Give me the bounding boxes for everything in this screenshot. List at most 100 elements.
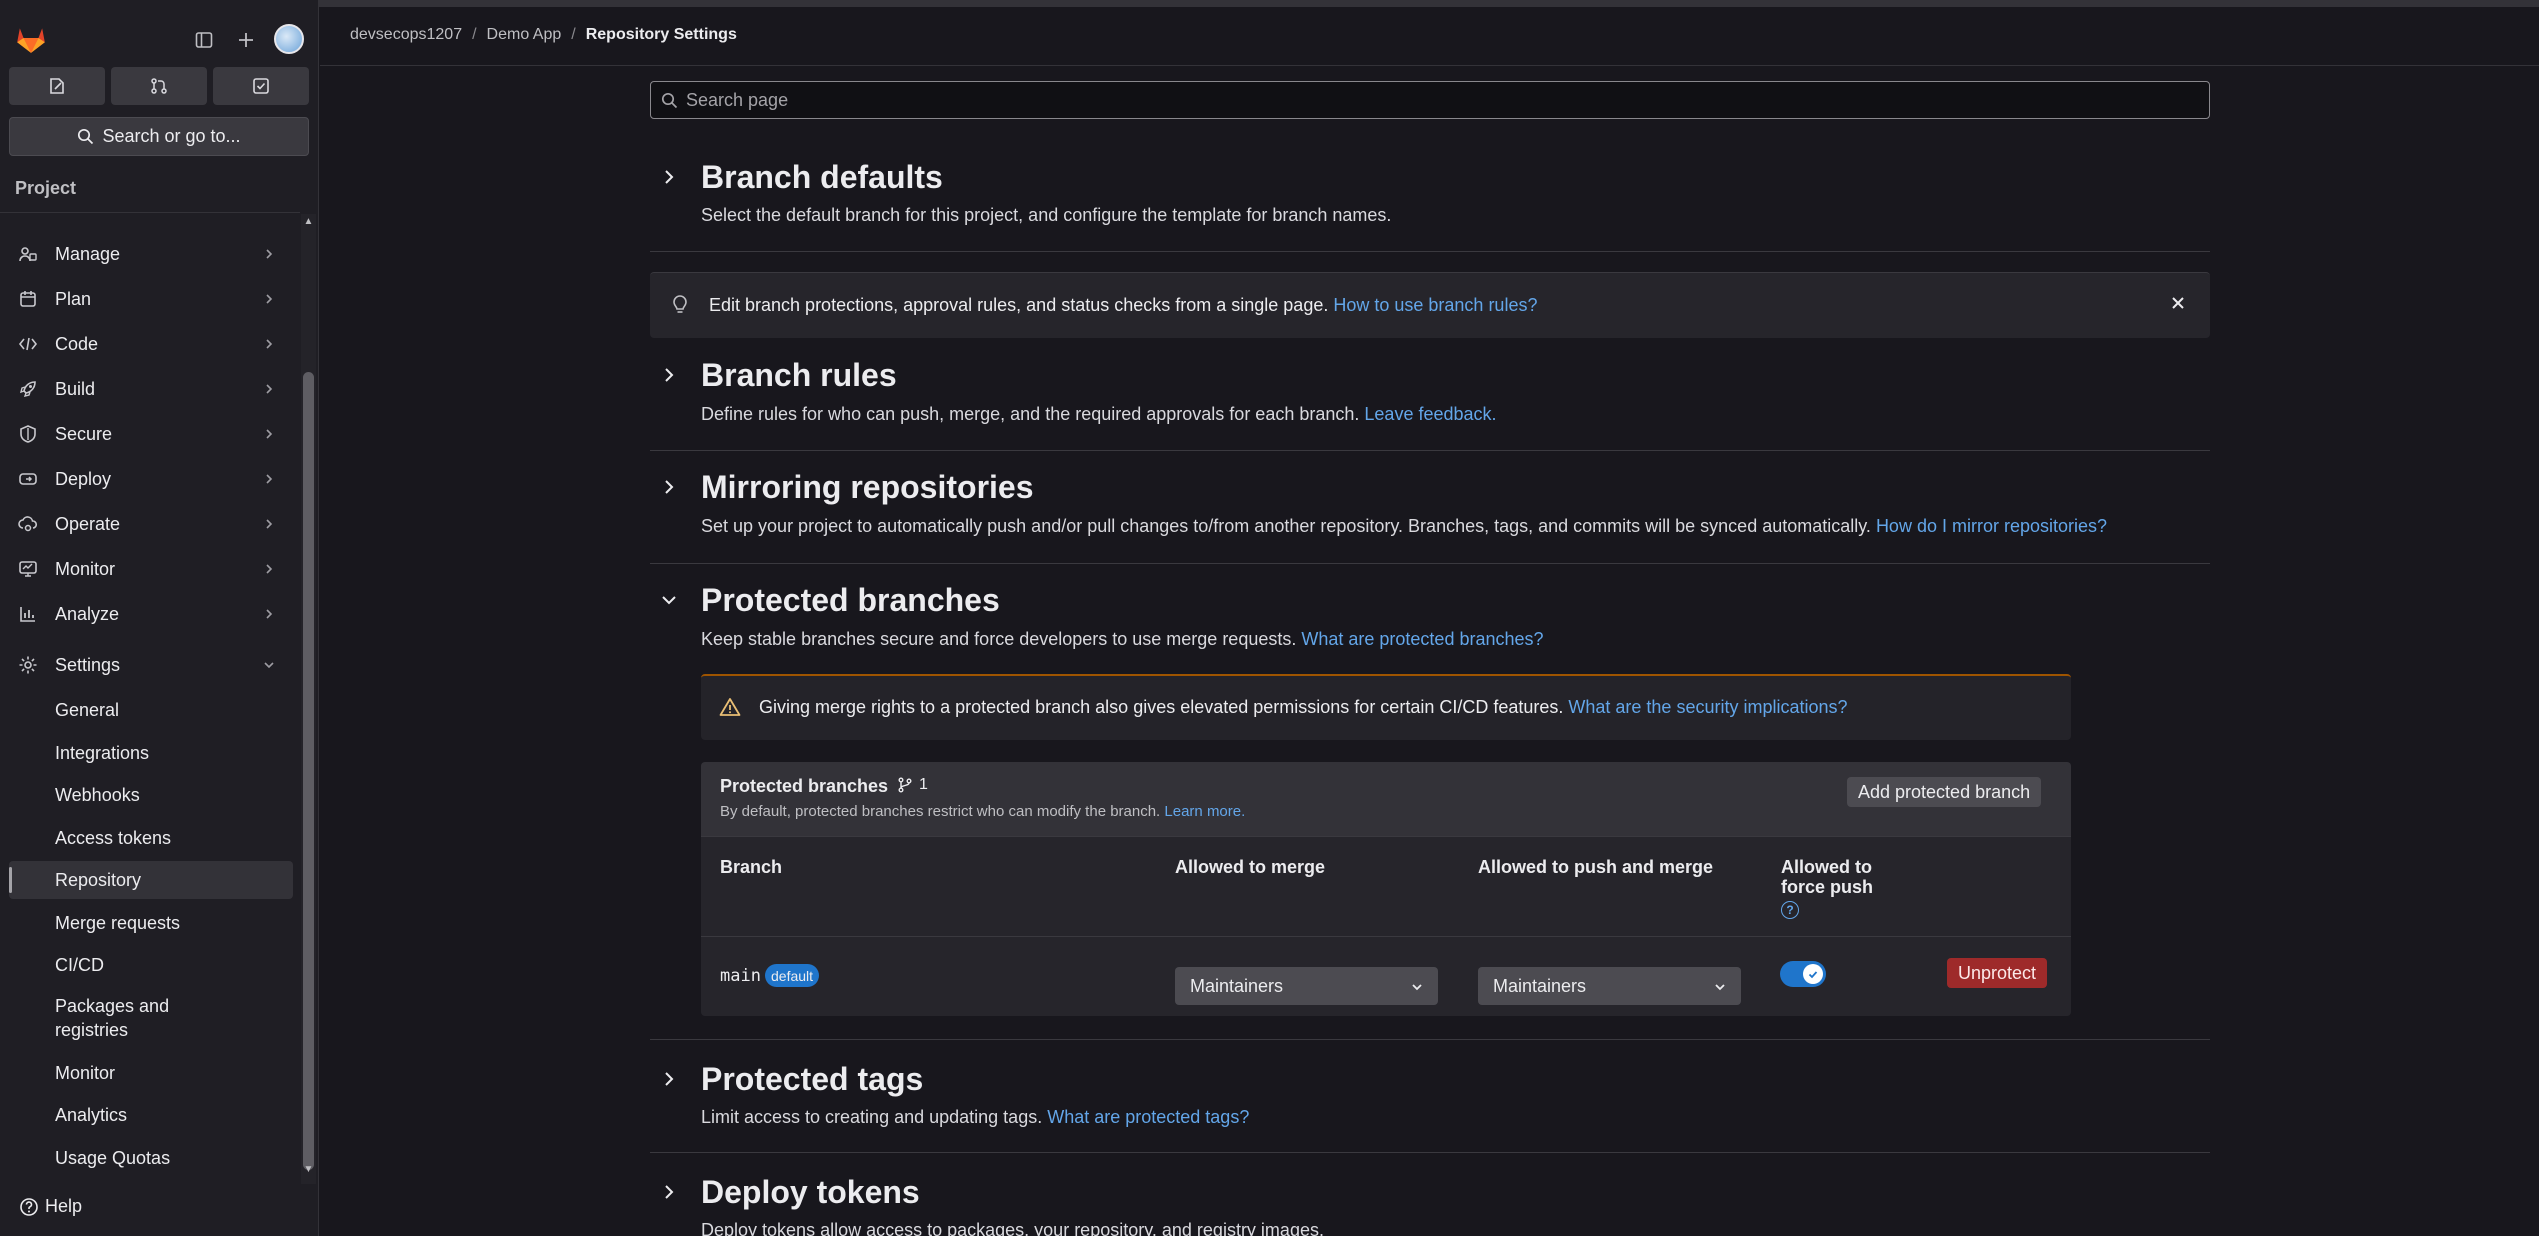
sidebar-subitem-packages-registries[interactable]: Packages and registries [9,988,293,1048]
breadcrumb-item-project[interactable]: Demo App [487,26,562,44]
section-mirroring-repositories: Mirroring repositories Set up your proje… [650,468,2210,548]
sidebar-item-code[interactable]: Code [0,324,300,364]
sidebar-scroll-thumb[interactable] [303,372,314,1170]
card-description: By default, protected branches restrict … [720,803,1245,820]
section-description: Set up your project to automatically pus… [701,516,2107,537]
default-badge: default [765,964,820,987]
scroll-down-arrow-icon[interactable]: ▼ [302,1164,315,1176]
chevron-down-icon [1410,978,1424,999]
sidebar-subitem-repository[interactable]: Repository [9,861,293,899]
force-push-toggle[interactable] [1780,961,1826,987]
sidebar-subitem-webhooks[interactable]: Webhooks [9,776,293,814]
chevron-right-icon[interactable] [660,168,678,191]
sidebar-item-manage[interactable]: Manage [0,234,300,274]
warning-text: Giving merge rights to a protected branc… [759,697,1848,718]
info-alert-message: Edit branch protections, approval rules,… [709,295,1329,315]
branch-count-value: 1 [919,776,928,793]
sidebar-subitem-label: Analytics [55,1105,128,1125]
section-divider [650,563,2210,564]
sidebar-subitem-monitor[interactable]: Monitor [9,1054,293,1092]
search-page-input[interactable]: Search page [650,81,2210,119]
section-title[interactable]: Deploy tokens [701,1174,920,1211]
section-divider [650,1152,2210,1153]
sidebar-search-button[interactable]: Search or go to... [9,117,309,156]
section-title[interactable]: Protected tags [701,1061,923,1098]
breadcrumb-current[interactable]: Repository Settings [586,26,737,44]
sidebar-subitem-ci-cd[interactable]: CI/CD [9,946,293,984]
column-header-force-push-line2: force push [1781,877,1874,897]
help-button[interactable]: Help [19,1196,82,1217]
sidebar-subitem-access-tokens[interactable]: Access tokens [9,819,293,857]
sidebar-item-settings[interactable]: Settings [0,645,300,685]
sidebar-item-monitor[interactable]: Monitor [0,549,300,589]
sidebar-item-label: Settings [55,654,121,675]
unprotect-button[interactable]: Unprotect [1947,958,2048,988]
sidebar-subitem-label: Access tokens [55,828,172,848]
sidebar-item-analyze[interactable]: Analyze [0,594,300,634]
chevron-right-icon [263,334,275,355]
section-protected-branches: Protected branches Keep stable branches … [650,581,2210,661]
chevron-right-icon[interactable] [660,1183,678,1206]
chevron-right-icon [263,559,275,580]
add-protected-branch-button[interactable]: Add protected branch [1847,777,2042,807]
section-title[interactable]: Branch defaults [701,159,943,196]
table-row: main default Maintainers Maintainers Unp… [701,936,2071,1016]
merge-rights-warning-alert: Giving merge rights to a protected branc… [701,674,2071,740]
sidebar-item-label: Operate [55,513,121,534]
allowed-to-merge-select[interactable]: Maintainers [1175,967,1438,1005]
toggle-sidebar-icon[interactable] [190,26,218,54]
sidebar-item-label: Analyze [55,603,120,624]
sidebar-item-label: Secure [55,423,113,444]
chevron-right-icon[interactable] [660,366,678,389]
sidebar-subitem-label: Monitor [55,1063,116,1083]
chevron-right-icon[interactable] [660,1070,678,1093]
merge-requests-icon[interactable] [111,67,207,105]
sidebar-item-secure[interactable]: Secure [0,414,300,454]
branch-count: 1 [897,776,928,794]
sidebar-subitem-analytics[interactable]: Analytics [9,1096,293,1134]
sidebar-subitem-general[interactable]: General [9,691,293,729]
what-are-protected-branches-link[interactable]: What are protected branches? [1301,629,1543,649]
sidebar-subitem-label: Usage Quotas [55,1148,171,1168]
chevron-right-icon [263,469,275,490]
chevron-down-icon[interactable] [660,591,678,614]
sidebar-item-deploy[interactable]: Deploy [0,459,300,499]
chevron-right-icon[interactable] [660,478,678,501]
breadcrumb-separator: / [472,26,477,43]
issues-icon[interactable] [9,67,105,105]
section-title[interactable]: Mirroring repositories [701,469,1034,506]
check-icon [1803,964,1823,984]
learn-more-link[interactable]: Learn more. [1164,803,1245,820]
sidebar-subitem-usage-quotas[interactable]: Usage Quotas [9,1139,293,1177]
sidebar: Search or go to... Project Manage Plan C… [0,0,319,1236]
leave-feedback-link[interactable]: Leave feedback. [1364,404,1496,424]
sidebar-item-operate[interactable]: Operate [0,504,300,544]
rocket-icon [17,378,39,400]
table-header: Branch Allowed to merge Allowed to push … [701,836,2071,936]
section-title[interactable]: Branch rules [701,357,897,394]
todo-icon[interactable] [213,67,309,105]
chevron-right-icon [263,379,275,400]
sidebar-subitem-integrations[interactable]: Integrations [9,734,293,772]
sidebar-item-build[interactable]: Build [0,369,300,409]
what-are-protected-tags-link[interactable]: What are protected tags? [1047,1107,1249,1127]
allowed-to-push-merge-select[interactable]: Maintainers [1478,967,1741,1005]
scroll-up-arrow-icon[interactable]: ▲ [302,216,315,228]
breadcrumb-item-group[interactable]: devsecops1207 [350,26,462,44]
plus-icon[interactable] [232,26,260,54]
gear-icon [17,654,39,676]
card-title: Protected branches [720,776,889,796]
avatar[interactable] [274,24,304,54]
gitlab-logo[interactable] [14,22,48,56]
sidebar-item-plan[interactable]: Plan [0,279,300,319]
sidebar-subitem-merge-requests[interactable]: Merge requests [9,904,293,942]
sidebar-top [0,7,319,65]
how-to-mirror-link[interactable]: How do I mirror repositories? [1876,516,2107,536]
how-to-use-branch-rules-link[interactable]: How to use branch rules? [1333,295,1537,315]
close-icon[interactable] [2170,295,2186,316]
help-question-icon[interactable]: ? [1781,898,1799,919]
security-implications-link[interactable]: What are the security implications? [1568,697,1847,717]
chevron-right-icon [263,244,275,265]
section-title[interactable]: Protected branches [701,582,1000,619]
column-header-force-push-line1: Allowed to [1781,857,1872,877]
